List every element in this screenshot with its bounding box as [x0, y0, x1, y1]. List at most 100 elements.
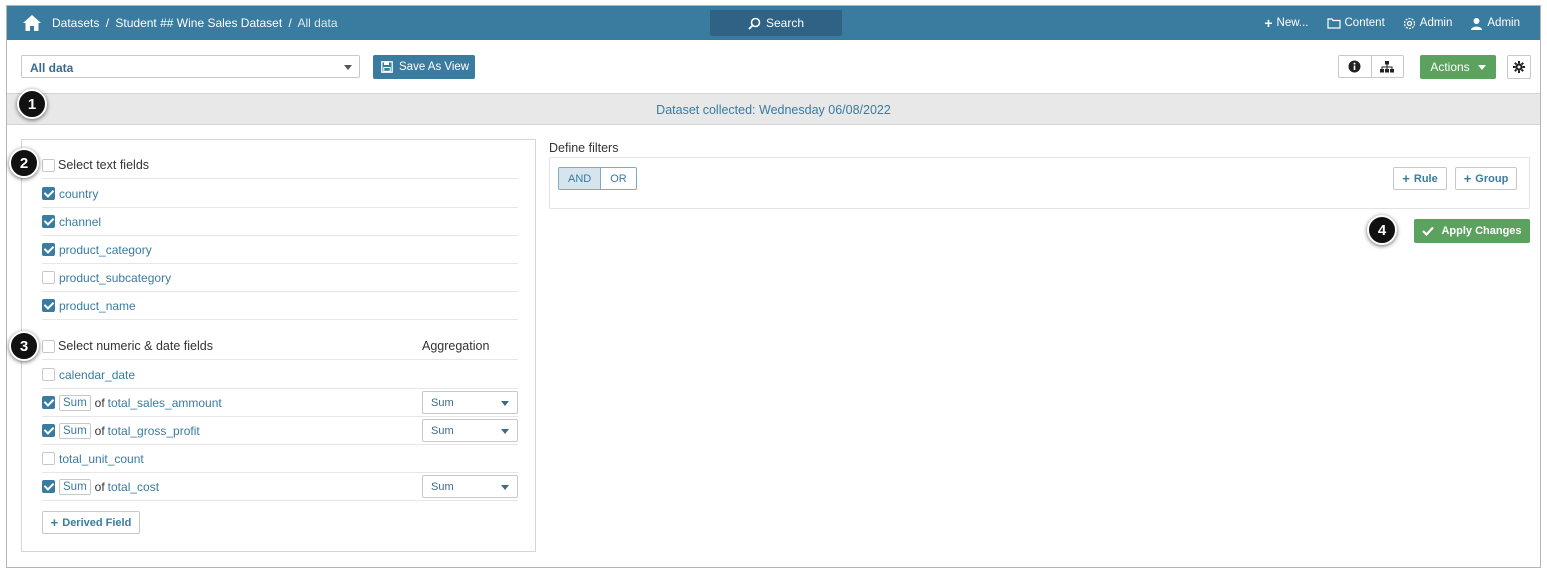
breadcrumb-datasets[interactable]: Datasets: [52, 16, 99, 30]
hierarchy-button[interactable]: [1370, 56, 1404, 77]
checkmark-icon: [1422, 226, 1435, 236]
field-checkbox[interactable]: [42, 215, 55, 228]
aggregation-select[interactable]: Sum: [422, 475, 518, 498]
actions-label: Actions: [1430, 60, 1470, 74]
floppy-disk-icon: [381, 61, 393, 73]
field-checkbox[interactable]: [42, 187, 55, 200]
text-field-row: product_name: [42, 292, 518, 320]
view-select[interactable]: All data: [21, 55, 360, 78]
plus-icon: +: [1463, 171, 1472, 186]
save-as-view-button[interactable]: Save As View: [373, 55, 475, 79]
field-name[interactable]: total_sales_ammount: [108, 396, 222, 410]
derived-field-label: Derived Field: [62, 516, 132, 529]
actions-dropdown-button[interactable]: Actions: [1420, 55, 1496, 79]
settings-button[interactable]: [1507, 55, 1531, 79]
field-name[interactable]: channel: [59, 215, 101, 229]
numeric-field-row: calendar_date: [42, 361, 518, 389]
numeric-fields-header: Select numeric & date fields Aggregation: [42, 333, 518, 360]
breadcrumb-current: All data: [297, 16, 338, 30]
callout-1: 1: [17, 89, 47, 119]
aggregation-value: Sum: [431, 481, 454, 493]
field-name[interactable]: total_gross_profit: [108, 424, 200, 438]
chevron-down-icon: [501, 401, 509, 406]
aggregation-chip[interactable]: Sum: [59, 478, 91, 495]
view-select-value: All data: [30, 61, 74, 75]
user-icon: [1471, 17, 1483, 30]
breadcrumb-separator: /: [105, 16, 110, 30]
derived-field-button[interactable]: + Derived Field: [42, 511, 140, 534]
dataset-collected-banner: Dataset collected: Wednesday 06/08/2022: [7, 93, 1540, 125]
field-name[interactable]: total_unit_count: [59, 452, 144, 466]
sitemap-icon: [1380, 60, 1395, 72]
text-field-row: country: [42, 180, 518, 208]
field-name[interactable]: country: [59, 187, 98, 201]
top-navbar: Datasets / Student ## Wine Sales Dataset…: [7, 6, 1540, 40]
field-name[interactable]: calendar_date: [59, 368, 135, 382]
aggregation-header: Aggregation: [422, 339, 490, 353]
select-all-text-checkbox[interactable]: [42, 158, 55, 172]
numeric-fields-label: Select numeric & date fields: [58, 339, 213, 353]
add-group-button[interactable]: + Group: [1455, 167, 1517, 190]
chevron-down-icon: [1477, 64, 1486, 70]
fields-panel: Select text fields country channel product…: [21, 139, 536, 552]
filter-builder: AND OR + Rule + Group: [549, 157, 1530, 209]
text-field-row: product_subcategory: [42, 264, 518, 292]
aggregation-chip[interactable]: Sum: [59, 422, 91, 439]
plus-icon: +: [1264, 15, 1273, 31]
field-checkbox[interactable]: [42, 452, 55, 465]
of-label: of: [94, 395, 105, 410]
numeric-field-row: Sum of total_gross_profit Sum: [42, 417, 518, 445]
field-checkbox[interactable]: [42, 299, 55, 312]
breadcrumb-dataset[interactable]: Student ## Wine Sales Dataset: [115, 16, 282, 30]
field-checkbox[interactable]: [42, 424, 55, 437]
text-field-row: product_category: [42, 236, 518, 264]
home-icon[interactable]: [22, 14, 42, 32]
aggregation-chip[interactable]: Sum: [59, 394, 91, 411]
field-checkbox[interactable]: [42, 368, 55, 381]
aggregation-select[interactable]: Sum: [422, 419, 518, 442]
callout-4: 4: [1367, 215, 1397, 245]
field-checkbox[interactable]: [42, 243, 55, 256]
save-as-view-label: Save As View: [399, 61, 470, 73]
of-label: of: [94, 479, 105, 494]
field-name[interactable]: product_category: [59, 243, 152, 257]
text-fields-label: Select text fields: [58, 158, 150, 172]
gear-icon: [1403, 17, 1415, 29]
plus-icon: +: [1402, 171, 1410, 186]
condition-toggle: AND OR: [558, 167, 637, 190]
callout-3: 3: [9, 331, 39, 361]
new-label: New...: [1276, 17, 1309, 29]
toolbar: All data Save As View Actions: [7, 40, 1540, 93]
app-window: Datasets / Student ## Wine Sales Dataset…: [6, 5, 1541, 568]
field-name[interactable]: product_name: [59, 299, 136, 313]
breadcrumb-separator: /: [288, 16, 292, 30]
view-icon-group: [1338, 55, 1404, 78]
new-menu[interactable]: + New...: [1264, 16, 1308, 30]
user-menu[interactable]: Admin: [1470, 17, 1520, 30]
field-name[interactable]: product_subcategory: [59, 271, 171, 285]
admin-menu[interactable]: Admin: [1403, 17, 1452, 30]
field-checkbox[interactable]: [42, 271, 55, 284]
text-field-row: channel: [42, 208, 518, 236]
numeric-field-row: Sum of total_sales_ammount Sum: [42, 389, 518, 417]
or-button[interactable]: OR: [600, 168, 636, 189]
chevron-down-icon: [501, 429, 509, 434]
of-label: of: [94, 423, 105, 438]
numeric-field-row: total_unit_count: [42, 445, 518, 473]
field-checkbox[interactable]: [42, 480, 55, 493]
top-right-menu: + New... Content Admin Admin: [1264, 6, 1540, 40]
field-checkbox[interactable]: [42, 396, 55, 409]
content-menu[interactable]: Content: [1326, 17, 1385, 29]
apply-changes-button[interactable]: Apply Changes: [1414, 219, 1530, 243]
select-all-numeric-checkbox[interactable]: [42, 339, 55, 353]
and-button[interactable]: AND: [559, 168, 601, 189]
plus-icon: +: [50, 515, 59, 530]
field-name[interactable]: total_cost: [108, 480, 159, 494]
dataset-collected-text: Dataset collected: Wednesday 06/08/2022: [656, 103, 891, 117]
add-rule-label: Rule: [1413, 172, 1438, 185]
search-label: Search: [765, 16, 805, 30]
info-button[interactable]: [1339, 56, 1371, 77]
aggregation-select[interactable]: Sum: [422, 391, 518, 414]
search-button[interactable]: Search: [710, 10, 842, 36]
add-rule-button[interactable]: + Rule: [1393, 167, 1447, 190]
